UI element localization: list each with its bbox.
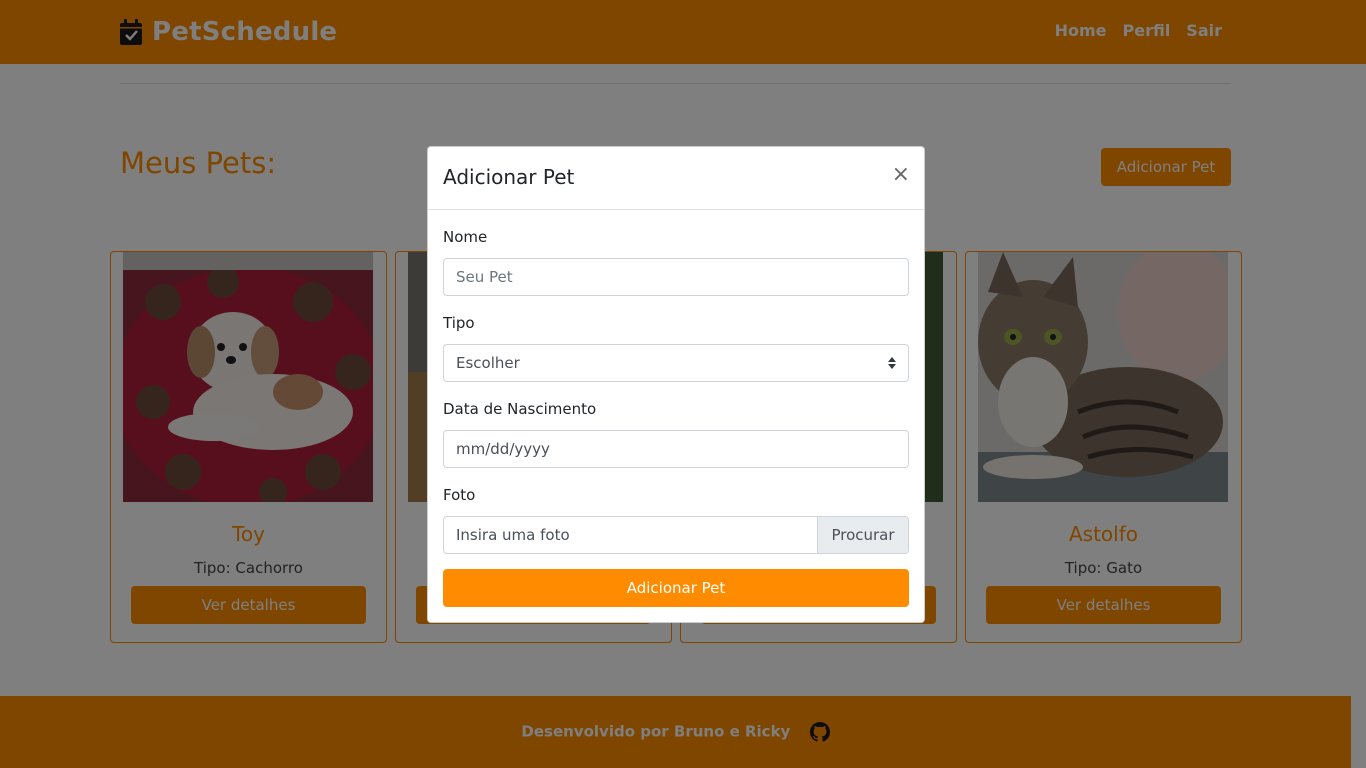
birth-date-placeholder: mm/dd/yyyy: [456, 440, 550, 458]
name-input[interactable]: [443, 258, 909, 296]
close-icon[interactable]: ×: [892, 163, 910, 187]
type-select-value: Escolher: [456, 354, 520, 372]
birth-label: Data de Nascimento: [443, 400, 597, 418]
modal-header: Adicionar Pet ×: [428, 147, 924, 210]
browse-button[interactable]: Procurar: [817, 517, 908, 553]
photo-file-input[interactable]: Insira uma foto Procurar: [443, 516, 909, 554]
name-label: Nome: [443, 228, 488, 246]
type-select[interactable]: Escolher: [443, 344, 909, 382]
type-label: Tipo: [443, 314, 475, 332]
photo-label: Foto: [443, 486, 476, 504]
birth-date-input[interactable]: mm/dd/yyyy: [443, 430, 909, 468]
modal-title: Adicionar Pet: [443, 165, 575, 189]
submit-add-pet-button[interactable]: Adicionar Pet: [443, 569, 909, 607]
add-pet-modal: Adicionar Pet × Nome Tipo Escolher Data …: [427, 146, 925, 623]
photo-file-label[interactable]: Insira uma foto: [444, 517, 817, 553]
select-arrows-icon: [888, 357, 896, 369]
